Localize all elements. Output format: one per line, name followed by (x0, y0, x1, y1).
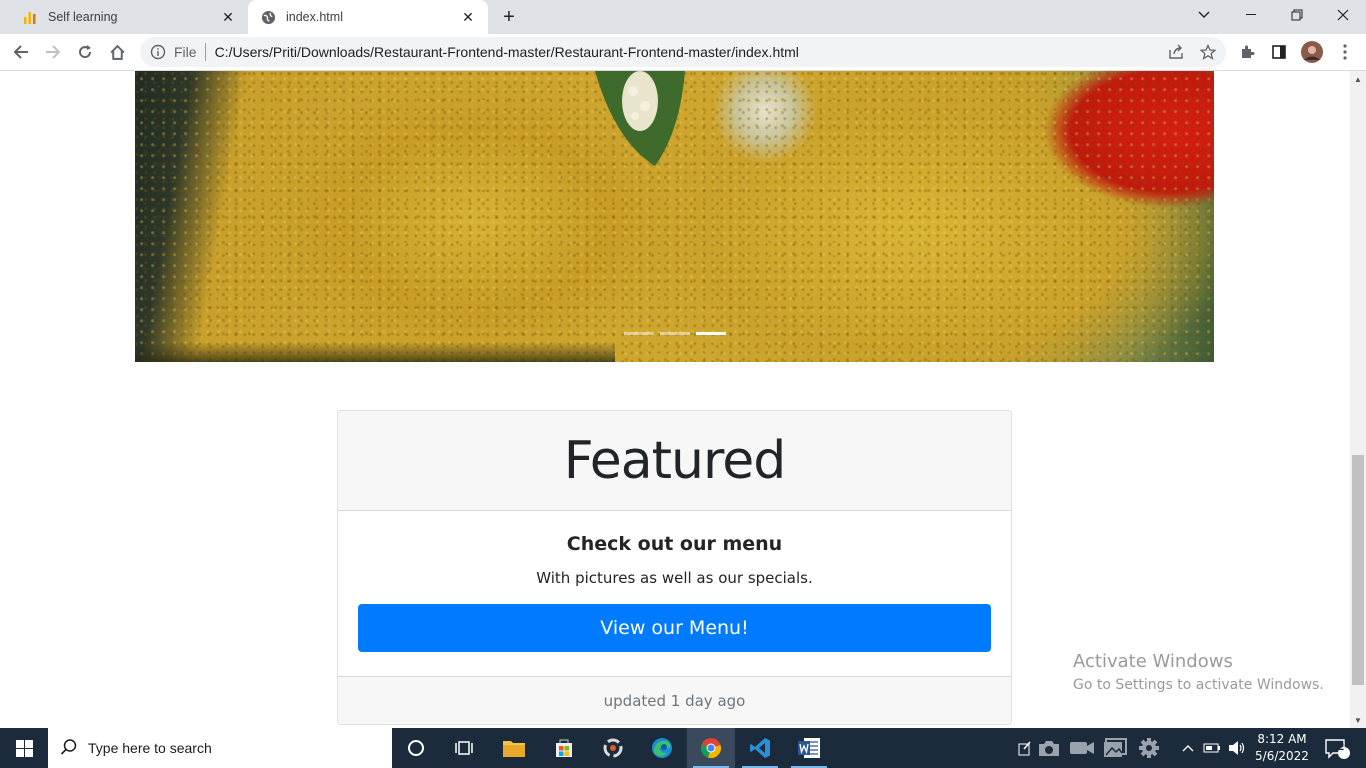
new-tab-button[interactable]: + (498, 6, 520, 28)
scroll-up-arrow-icon[interactable]: ▲ (1350, 71, 1366, 87)
address-bar[interactable]: File C:/Users/Priti/Downloads/Restaurant… (140, 37, 1226, 67)
task-view-icon[interactable] (440, 728, 488, 768)
bookmark-star-icon[interactable] (1199, 43, 1217, 60)
tab-search-chevron-icon[interactable] (1181, 0, 1227, 30)
vertical-scrollbar[interactable]: ▲ ▼ (1350, 71, 1366, 728)
bar-chart-icon (22, 9, 38, 25)
card-header: Featured (338, 411, 1011, 511)
reload-icon[interactable] (70, 37, 100, 67)
share-icon[interactable] (1168, 44, 1184, 60)
side-panel-icon[interactable] (1264, 37, 1294, 67)
tab-index-html[interactable]: index.html ✕ (248, 0, 488, 34)
globe-icon (260, 9, 276, 25)
file-explorer-icon[interactable] (490, 728, 538, 768)
chrome-browser-icon[interactable] (687, 728, 735, 768)
microsoft-store-icon[interactable] (540, 728, 588, 768)
watermark-line-1: Activate Windows (1073, 651, 1233, 672)
green-chili-decoration (595, 71, 685, 166)
scrollbar-thumb[interactable] (1352, 455, 1364, 685)
battery-icon[interactable] (1202, 728, 1222, 768)
restore-button[interactable] (1274, 0, 1320, 30)
minimize-button[interactable] (1228, 0, 1274, 30)
page-viewport: Featured Check out our menu With picture… (0, 71, 1350, 728)
carousel[interactable] (135, 71, 1214, 362)
file-scheme-label: File (174, 44, 197, 60)
pen-workspace-icon[interactable] (1014, 728, 1036, 768)
featured-card: Featured Check out our menu With picture… (337, 410, 1012, 725)
view-menu-button[interactable]: View our Menu! (358, 604, 991, 652)
browser-toolbar: File C:/Users/Priti/Downloads/Restaurant… (0, 34, 1366, 71)
tab-title: index.html (286, 10, 343, 24)
back-arrow-icon[interactable] (6, 37, 36, 67)
info-icon[interactable] (150, 44, 166, 60)
snipping-tool-icon[interactable] (589, 728, 637, 768)
show-hidden-icons-chevron-icon[interactable] (1178, 728, 1198, 768)
tab-self-learning[interactable]: Self learning ✕ (8, 0, 248, 34)
watermark-line-2: Go to Settings to activate Windows. (1073, 677, 1324, 693)
windows-start-icon[interactable] (0, 728, 48, 768)
search-icon (60, 738, 80, 758)
clock-date: 5/6/2022 (1255, 749, 1309, 763)
taskbar-clock[interactable]: 8:12 AM 5/6/2022 (1254, 731, 1310, 765)
photo-shadow (135, 342, 615, 362)
close-tab-icon[interactable]: ✕ (218, 7, 238, 27)
card-text: With pictures as well as our specials. (536, 569, 813, 587)
gallery-icon[interactable] (1102, 728, 1128, 768)
close-window-button[interactable] (1320, 0, 1366, 30)
extensions-puzzle-icon[interactable] (1232, 37, 1262, 67)
settings-gear-icon[interactable] (1136, 728, 1162, 768)
vscode-icon[interactable] (736, 728, 784, 768)
card-footer: updated 1 day ago (338, 676, 1011, 724)
browser-tab-strip: Self learning ✕ index.html ✕ + (0, 0, 1366, 34)
close-tab-icon[interactable]: ✕ (458, 7, 478, 27)
carousel-indicator-2[interactable] (660, 332, 690, 335)
notification-count: 2 (1337, 741, 1345, 753)
cortana-icon[interactable] (392, 728, 440, 768)
carousel-indicator-1[interactable] (624, 332, 654, 335)
forward-arrow-icon[interactable] (38, 37, 68, 67)
windows-taskbar: Type here to search 8:12 AM 5/6/2022 2 (0, 728, 1366, 768)
card-title: Check out our menu (566, 533, 783, 555)
divider (204, 43, 206, 61)
notifications-icon[interactable]: 2 (1320, 728, 1354, 768)
volume-icon[interactable] (1226, 728, 1248, 768)
edge-browser-icon[interactable] (638, 728, 686, 768)
scroll-down-arrow-icon[interactable]: ▼ (1350, 712, 1366, 728)
url-text[interactable]: C:/Users/Priti/Downloads/Restaurant-Fron… (215, 44, 799, 60)
search-placeholder: Type here to search (88, 740, 212, 756)
taskbar-search-box[interactable]: Type here to search (48, 728, 392, 768)
activate-windows-watermark: Activate Windows Go to Settings to activ… (1073, 651, 1324, 693)
carousel-indicators (624, 332, 726, 335)
tab-title: Self learning (48, 10, 118, 24)
card-header-title: Featured (563, 430, 787, 491)
profile-avatar[interactable] (1297, 37, 1327, 67)
clock-time: 8:12 AM (1257, 732, 1307, 746)
word-icon[interactable] (785, 728, 833, 768)
camera-icon[interactable] (1036, 728, 1062, 768)
carousel-indicator-3[interactable] (696, 332, 726, 335)
card-body: Check out our menu With pictures as well… (338, 511, 1011, 676)
kebab-menu-icon[interactable] (1330, 37, 1360, 67)
home-icon[interactable] (102, 37, 132, 67)
video-camera-icon[interactable] (1068, 728, 1096, 768)
